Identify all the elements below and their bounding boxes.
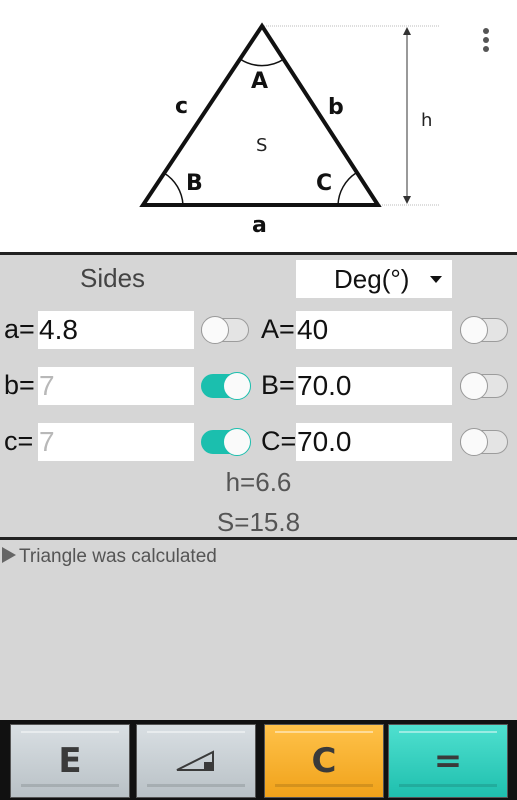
side-b-lock-toggle[interactable] bbox=[201, 372, 251, 400]
angle-unit-select[interactable]: Deg(°) bbox=[296, 260, 452, 298]
angle-unit-value: Deg(°) bbox=[334, 264, 410, 294]
side-c-label: c= bbox=[4, 426, 34, 456]
side-label-b: b bbox=[328, 95, 344, 120]
angle-c-label: C= bbox=[261, 426, 297, 456]
side-a-label: a= bbox=[4, 314, 35, 344]
calculate-button[interactable]: = bbox=[388, 724, 508, 798]
sides-title: Sides bbox=[80, 263, 146, 293]
side-c-input[interactable] bbox=[38, 423, 194, 461]
triangle-figure: A B C a b c S h bbox=[139, 22, 440, 238]
angle-b-lock-toggle[interactable] bbox=[460, 372, 510, 400]
vertex-label-a: A bbox=[251, 69, 268, 94]
status-area: Triangle was calculated bbox=[0, 540, 517, 720]
angle-b-input[interactable] bbox=[296, 367, 452, 405]
overflow-menu-icon[interactable] bbox=[474, 26, 498, 56]
height-result: h=6.6 bbox=[225, 467, 292, 497]
side-c-lock-toggle[interactable] bbox=[201, 428, 251, 456]
status-message: Triangle was calculated bbox=[19, 546, 217, 567]
clear-button[interactable]: C bbox=[264, 724, 384, 798]
side-label-c: c bbox=[175, 94, 188, 119]
angle-b-label: B= bbox=[261, 370, 295, 400]
vertex-label-b: B bbox=[186, 171, 203, 196]
clear-button-label: C bbox=[275, 731, 373, 787]
dropdown-caret-icon bbox=[430, 276, 442, 283]
area-result: S=15.8 bbox=[216, 507, 301, 537]
side-b-input[interactable] bbox=[38, 367, 194, 405]
height-arrow-bottom bbox=[403, 196, 411, 204]
angle-arc-b bbox=[163, 172, 184, 206]
e-button[interactable]: E bbox=[10, 724, 130, 798]
height-arrow-top bbox=[403, 27, 411, 35]
angle-a-label: A= bbox=[261, 314, 295, 344]
right-triangle-icon bbox=[176, 750, 214, 771]
angle-c-input[interactable] bbox=[296, 423, 452, 461]
keypad: E C = bbox=[0, 720, 517, 800]
angle-a-lock-toggle[interactable] bbox=[460, 316, 510, 344]
side-b-label: b= bbox=[4, 370, 35, 400]
vertex-label-c: C bbox=[316, 171, 332, 196]
e-button-label: E bbox=[21, 731, 119, 787]
angle-a-input[interactable] bbox=[296, 311, 452, 349]
status-line: Triangle was calculated bbox=[2, 546, 217, 568]
side-a-lock-toggle[interactable] bbox=[201, 316, 251, 344]
angle-c-lock-toggle[interactable] bbox=[460, 428, 510, 456]
angle-arc-c bbox=[337, 172, 357, 206]
height-label: h bbox=[421, 110, 432, 131]
side-a-input[interactable] bbox=[38, 311, 194, 349]
calculate-button-label: = bbox=[399, 731, 497, 787]
side-label-a: a bbox=[252, 213, 267, 238]
triangle-diagram: A B C a b c S h bbox=[0, 0, 517, 252]
play-arrow-icon bbox=[2, 547, 16, 563]
area-label: S bbox=[256, 135, 267, 156]
angle-arc-a bbox=[239, 58, 285, 67]
triangle-shape-button[interactable] bbox=[136, 724, 256, 798]
input-panel: Sides Deg(°) a= A= b= B= c= C= h=6.6 S=1… bbox=[0, 252, 517, 540]
